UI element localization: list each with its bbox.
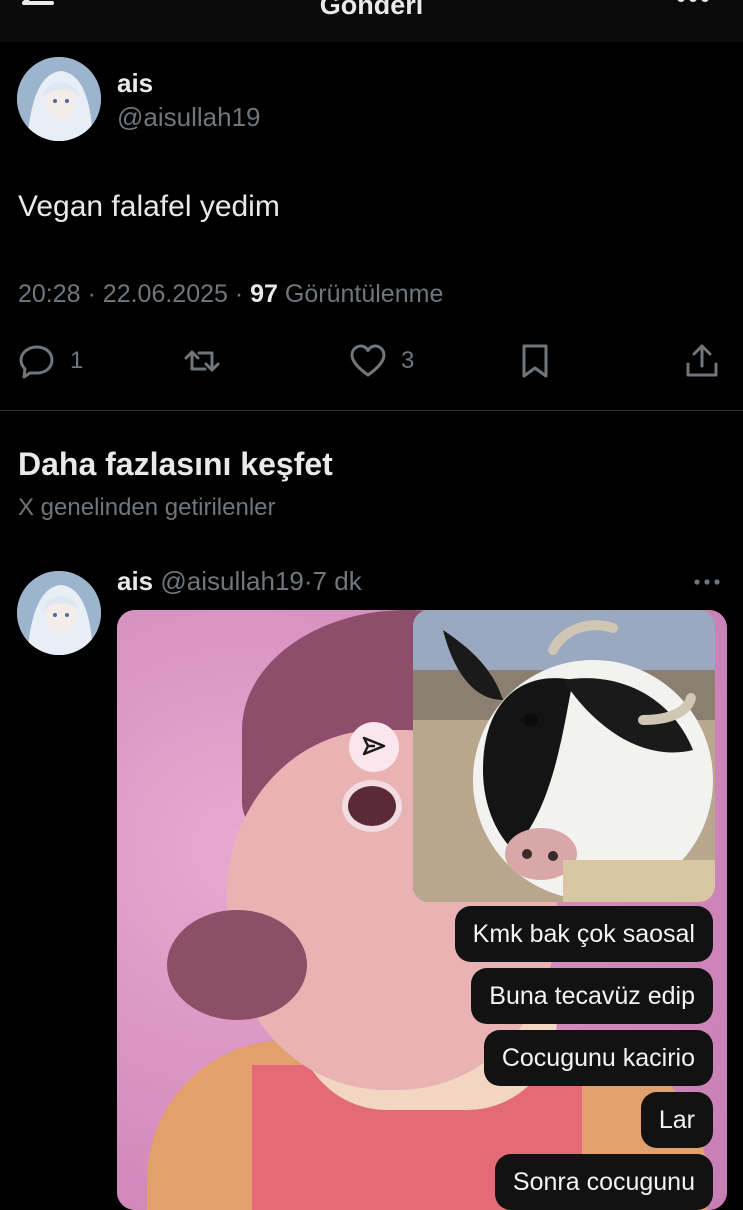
bookmark-icon [522, 344, 548, 378]
tweet-time: 20:28 [18, 280, 81, 308]
bookmark-button[interactable] [516, 338, 554, 384]
page-title: Gönderi [319, 0, 424, 20]
avatar[interactable] [17, 57, 101, 141]
message-bubble: Sonra cocugunu [494, 1154, 713, 1210]
message-bubble: Cocugunu kacirio [483, 1030, 713, 1086]
cow-image [413, 610, 715, 902]
retweet-icon [184, 350, 220, 372]
views-label: Görüntülenme [284, 280, 444, 308]
heart-icon [350, 344, 386, 377]
tweet-text: Vegan falafel yedim [18, 190, 280, 223]
top-bar: Gönderi [0, 0, 743, 42]
retweet-button[interactable] [183, 338, 235, 384]
meta-separator: · [234, 280, 251, 308]
post-header: ais @aisullah19·7 dk [117, 566, 362, 597]
doll-illustration [342, 780, 402, 832]
like-count: 3 [401, 347, 415, 374]
avatar-image [17, 571, 101, 655]
post-age: 7 dk [312, 566, 362, 596]
post-separator: · [303, 566, 313, 596]
post-media[interactable]: Kmk bak çok saosal Buna tecavüz edip Coc… [117, 610, 727, 1210]
tweet-date: 22.06.2025 [102, 280, 228, 308]
post-author-name[interactable]: ais [117, 566, 153, 596]
author-name[interactable]: ais [117, 68, 153, 99]
divider [0, 410, 743, 411]
section-title: Daha fazlasını keşfet [18, 446, 333, 482]
share-icon [686, 344, 718, 377]
post-author-handle[interactable]: @aisullah19 [160, 566, 303, 596]
views-count[interactable]: 97 [250, 280, 278, 308]
like-button[interactable]: 3 [349, 338, 414, 384]
section-subtitle: X genelinden getirilenler [18, 494, 276, 521]
reply-button[interactable]: 1 [18, 338, 83, 384]
more-horizontal-icon[interactable] [673, 0, 713, 10]
tweet-actions: 1 3 [0, 338, 743, 384]
cow-photo[interactable] [413, 610, 715, 902]
reply-icon [19, 345, 54, 379]
send-button[interactable] [349, 722, 399, 772]
more-horizontal-icon[interactable] [693, 576, 721, 588]
share-button[interactable] [683, 338, 721, 384]
doll-illustration [167, 910, 307, 1020]
author-handle[interactable]: @aisullah19 [117, 102, 260, 133]
message-bubble: Lar [640, 1092, 713, 1148]
message-bubble: Kmk bak çok saosal [454, 906, 713, 962]
post-avatar[interactable] [17, 571, 101, 655]
send-icon [362, 736, 386, 756]
tweet-meta: 20:28 · 22.06.2025 · 97 Görüntülenme [18, 280, 443, 309]
meta-separator: · [87, 280, 103, 308]
avatar-image [17, 57, 101, 141]
reply-count: 1 [70, 347, 84, 374]
message-bubble: Buna tecavüz edip [471, 968, 713, 1024]
